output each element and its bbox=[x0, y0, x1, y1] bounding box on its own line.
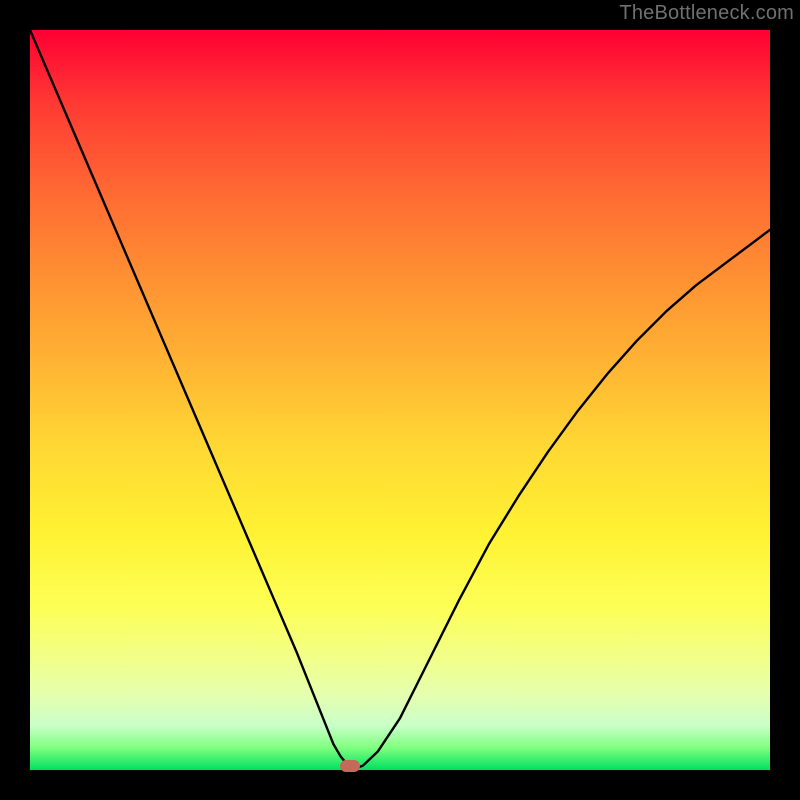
plot-area bbox=[30, 30, 770, 770]
chart-frame: TheBottleneck.com bbox=[0, 0, 800, 800]
optimum-marker bbox=[340, 760, 360, 772]
bottleneck-curve bbox=[30, 30, 770, 769]
curve-layer bbox=[30, 30, 770, 770]
watermark-text: TheBottleneck.com bbox=[619, 2, 794, 25]
